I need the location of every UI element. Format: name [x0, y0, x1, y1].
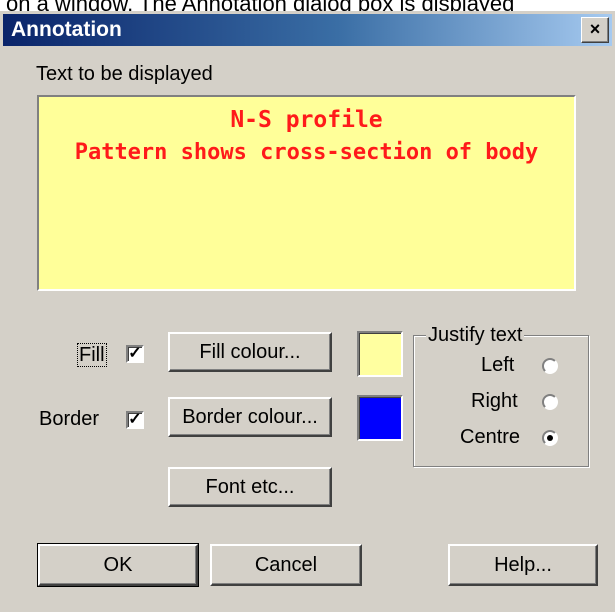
justify-right-radio[interactable] — [542, 394, 558, 410]
justify-centre-label: Centre — [460, 426, 521, 448]
checkmark-icon: ✓ — [128, 345, 142, 362]
font-button[interactable]: Font etc... — [168, 467, 332, 507]
border-colour-button[interactable]: Border colour... — [168, 397, 332, 437]
justify-text-group: Justify text Left Right Centre — [413, 324, 589, 467]
border-checkbox[interactable]: ✓ — [126, 411, 144, 429]
fill-colour-button[interactable]: Fill colour... — [168, 332, 332, 372]
close-button[interactable]: × — [581, 17, 609, 43]
fill-checkbox[interactable]: ✓ — [126, 345, 144, 363]
close-icon: × — [589, 19, 601, 39]
help-button[interactable]: Help... — [448, 544, 598, 586]
justify-text-title: Justify text — [426, 324, 525, 347]
background-caption-text: on a window. The Annotation dialog box i… — [0, 0, 615, 11]
title-bar[interactable]: Annotation × — [3, 14, 612, 46]
checkmark-icon: ✓ — [128, 411, 142, 428]
justify-left-radio[interactable] — [542, 358, 558, 374]
justify-centre-radio[interactable] — [542, 430, 558, 446]
preview-line-1: N-S profile — [230, 107, 383, 133]
annotation-dialog: Annotation × Text to be displayed N-S pr… — [0, 11, 615, 612]
fill-label: Fill — [77, 343, 107, 367]
border-label: Border — [39, 408, 100, 430]
border-colour-swatch — [357, 395, 403, 441]
dialog-title: Annotation — [11, 18, 122, 41]
ok-button[interactable]: OK — [37, 543, 199, 587]
text-to-display-label: Text to be displayed — [36, 63, 213, 85]
preview-line-2: Pattern shows cross-section of body — [74, 140, 539, 165]
justify-left-label: Left — [481, 354, 515, 376]
fill-colour-swatch — [357, 331, 403, 377]
cancel-button[interactable]: Cancel — [210, 544, 362, 586]
justify-right-label: Right — [471, 390, 518, 412]
annotation-text-preview[interactable]: N-S profile Pattern shows cross-section … — [37, 95, 576, 291]
